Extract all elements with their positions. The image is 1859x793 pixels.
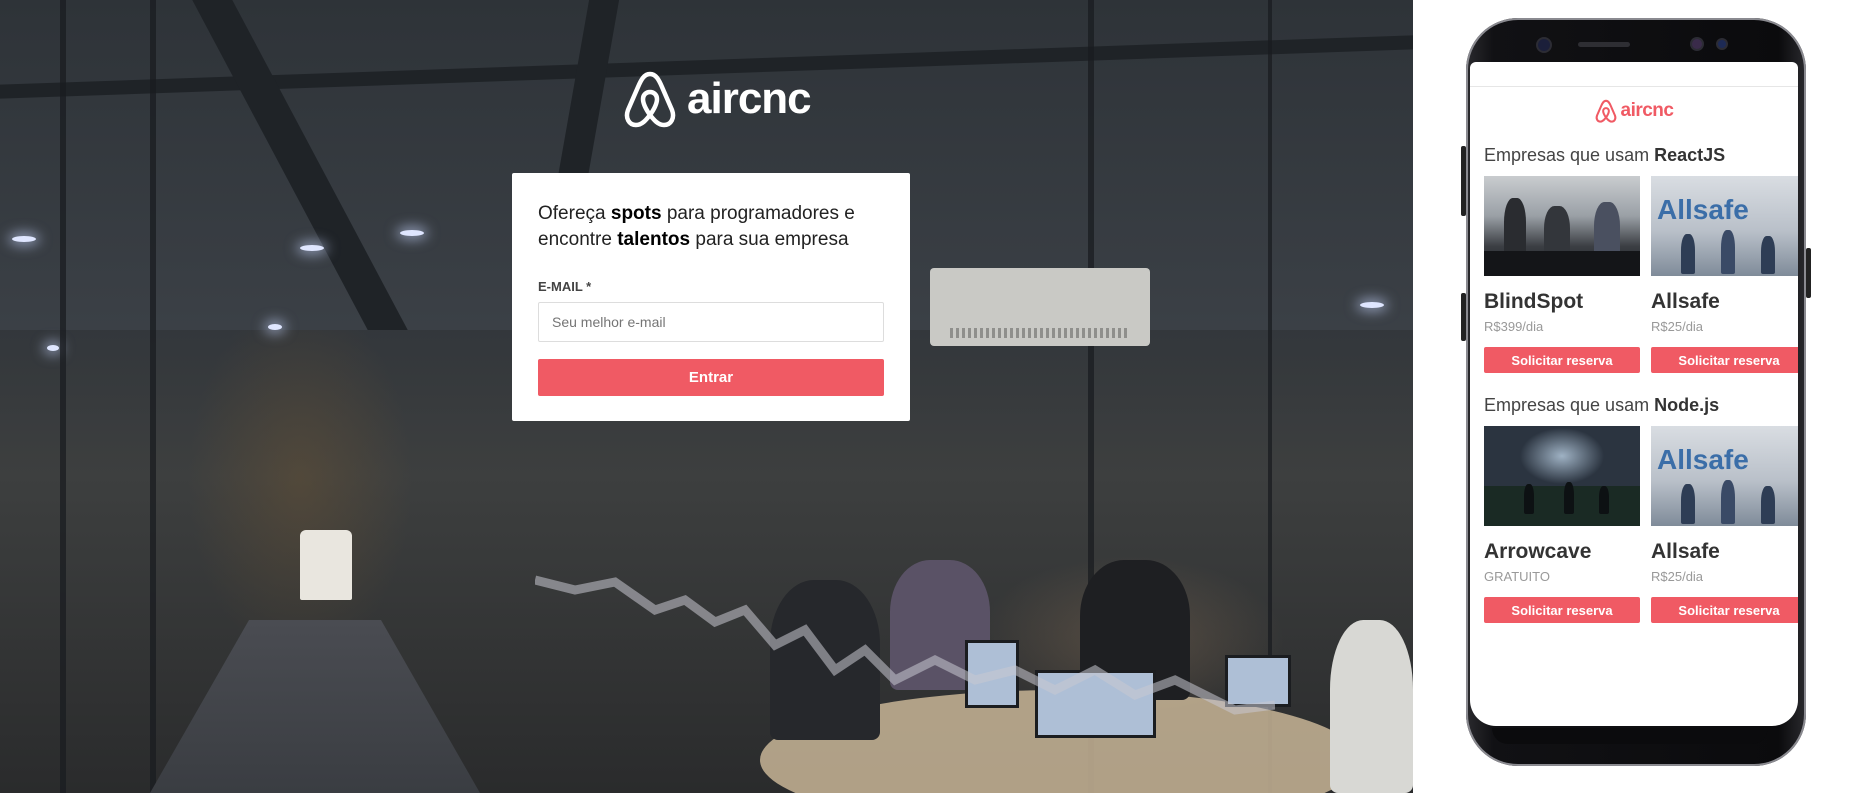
section-title: Empresas que usam ReactJS bbox=[1484, 145, 1726, 165]
email-label: E-MAIL * bbox=[538, 279, 592, 294]
email-input[interactable] bbox=[538, 302, 884, 342]
logo-text: aircnc bbox=[687, 74, 812, 123]
spot-company: Allsafe bbox=[1651, 540, 1720, 563]
spot-company: Arrowcave bbox=[1484, 540, 1592, 563]
aircnc-logo: aircnc bbox=[623, 70, 812, 128]
request-booking-button[interactable]: Solicitar reserva bbox=[1651, 597, 1798, 623]
spot-card: Allsafe Allsafe R$25/dia Solicitar reser… bbox=[1651, 426, 1798, 623]
spot-company: Allsafe bbox=[1651, 290, 1720, 313]
section-title: Empresas que usam Node.js bbox=[1484, 395, 1720, 415]
spot-thumbnail: Allsafe bbox=[1651, 426, 1798, 526]
spot-price: R$25/dia bbox=[1651, 569, 1704, 584]
spot-company: BlindSpot bbox=[1484, 290, 1584, 313]
spot-thumbnail bbox=[1484, 426, 1640, 526]
login-card: Ofereça spots para programadores e encon… bbox=[512, 173, 910, 421]
spot-thumbnail bbox=[1484, 176, 1640, 276]
spot-price: GRATUITO bbox=[1484, 569, 1550, 584]
section-nodejs: Empresas que usam Node.js Arrowcave GRAT… bbox=[1470, 395, 1798, 623]
spot-thumbnail: Allsafe bbox=[1651, 176, 1798, 276]
request-booking-button[interactable]: Solicitar reserva bbox=[1484, 347, 1640, 373]
phone-bottom-bezel bbox=[1492, 728, 1768, 744]
spot-card: Allsafe Allsafe R$25/dia Solicitar reser… bbox=[1651, 176, 1798, 373]
section-reactjs: Empresas que usam ReactJS BlindSpot R$39… bbox=[1470, 145, 1798, 373]
mobile-logo: aircnc bbox=[1470, 99, 1798, 123]
airbnb-belo-icon bbox=[1595, 99, 1616, 123]
request-booking-button[interactable]: Solicitar reserva bbox=[1484, 597, 1640, 623]
headline-talentos: talentos bbox=[617, 229, 691, 250]
headline-spots: spots bbox=[610, 203, 662, 224]
phone-screen: aircnc Empresas que usam ReactJS BlindSp… bbox=[1470, 62, 1798, 726]
submit-button[interactable]: Entrar bbox=[538, 359, 884, 396]
airbnb-belo-icon bbox=[624, 71, 676, 128]
spot-card: Arrowcave GRATUITO Solicitar reserva bbox=[1484, 426, 1640, 623]
spot-price: R$399/dia bbox=[1484, 319, 1544, 334]
request-booking-button[interactable]: Solicitar reserva bbox=[1651, 347, 1798, 373]
mobile-logo-text: aircnc bbox=[1620, 100, 1674, 121]
spot-price: R$25/dia bbox=[1651, 319, 1704, 334]
login-headline: Ofereça spots para programadores e encon… bbox=[538, 203, 855, 250]
spot-card: BlindSpot R$399/dia Solicitar reserva bbox=[1484, 176, 1640, 373]
